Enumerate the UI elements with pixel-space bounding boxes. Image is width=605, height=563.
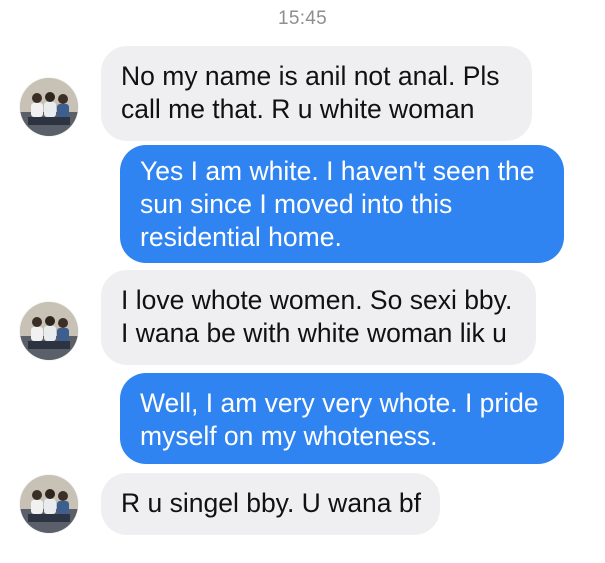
message-text-line: call me that. R u white woman (121, 94, 475, 124)
message-row-outgoing: Yes I am white. I haven't seen the sun s… (0, 145, 605, 263)
outgoing-message-bubble[interactable]: Well, I am very very whote. I pride myse… (120, 373, 564, 464)
incoming-message-bubble[interactable]: R u singel bby. U wana bf (101, 473, 440, 535)
message-timestamp: 15:45 (277, 8, 328, 29)
avatar-photo (20, 475, 78, 533)
avatar-photo (20, 78, 78, 136)
message-row-incoming: No my name is anil not anal. Pls call me… (0, 46, 605, 141)
message-text-line: R u singel bby. U wana bf (121, 488, 422, 518)
message-row-incoming: I love whote women. So sexi bby. I wana … (0, 270, 605, 365)
message-text-line: residential home. (140, 222, 342, 252)
contact-avatar-icon[interactable] (20, 78, 78, 136)
avatar-photo (20, 302, 78, 360)
message-text-line: myself on my whoteness. (140, 421, 438, 451)
message-text-line: I wana be with white woman lik u (121, 318, 507, 348)
incoming-message-bubble[interactable]: I love whote women. So sexi bby. I wana … (101, 270, 536, 365)
message-text-line: I love whote women. So sexi bby. (121, 285, 513, 315)
incoming-message-bubble[interactable]: No my name is anil not anal. Pls call me… (101, 46, 532, 141)
message-text-line: sun since I moved into this (140, 189, 453, 219)
message-text-line: Well, I am very very whote. I pride (140, 388, 539, 418)
chat-screen: 15:45 No my name is anil not anal. Pls c… (0, 0, 605, 563)
outgoing-message-bubble[interactable]: Yes I am white. I haven't seen the sun s… (120, 145, 564, 263)
message-row-incoming: R u singel bby. U wana bf (0, 473, 605, 535)
contact-avatar-icon[interactable] (20, 302, 78, 360)
message-row-outgoing: Well, I am very very whote. I pride myse… (0, 373, 605, 464)
contact-avatar-icon[interactable] (20, 475, 78, 533)
message-text-line: No my name is anil not anal. Pls (121, 61, 500, 91)
message-text-line: Yes I am white. I haven't seen the (140, 156, 535, 186)
